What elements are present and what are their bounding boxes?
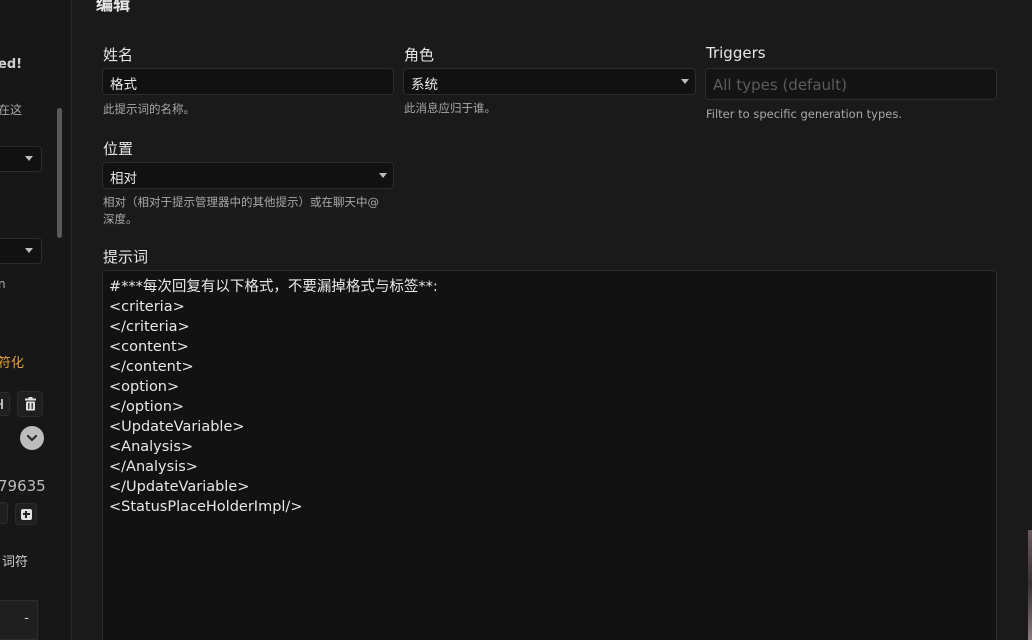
prompt-line: </Analysis> [109, 459, 198, 475]
prompt-textarea[interactable]: #***每次回复有以下格式，不要漏掉格式与标签**: <criteria> </… [102, 270, 997, 640]
left-text-fuhua[interactable]: 符化 [0, 352, 24, 371]
plus-icon [20, 508, 32, 520]
left-panel: ed! 在这 n 符化 79635 词符 - [0, 0, 72, 640]
role-select-value: 系统 [411, 77, 438, 93]
prompt-line: #***每次回复有以下格式，不要漏掉格式与标签**: [109, 279, 438, 295]
editor-title: 编辑 [96, 0, 130, 15]
triggers-label: Triggers [706, 44, 766, 62]
triggers-input[interactable]: All types (default) [705, 68, 997, 100]
chevron-down-icon [25, 156, 33, 161]
left-select-1[interactable] [0, 146, 42, 172]
left-text-cifu: 词符 [2, 555, 29, 570]
position-hint: 相对（相对于提示管理器中的其他提示）或在聊天中@ 深度。 [103, 194, 403, 228]
prompt-line: <criteria> [109, 299, 185, 315]
prompt-line: </content> [109, 359, 194, 375]
role-hint: 此消息应归于谁。 [404, 101, 496, 115]
prompt-line: <option> [109, 379, 180, 395]
trash-icon [24, 397, 36, 411]
position-hint-line1: 相对（相对于提示管理器中的其他提示）或在聊天中@ [103, 195, 379, 209]
delete-button[interactable] [17, 391, 43, 417]
prompt-line: </option> [109, 399, 185, 415]
prompt-line: <StatusPlaceHolderImpl/> [109, 499, 303, 515]
name-input[interactable]: 格式 [102, 68, 394, 95]
name-hint: 此提示词的名称。 [103, 102, 195, 116]
left-scrollbar[interactable] [57, 108, 62, 238]
triggers-hint: Filter to specific generation types. [706, 107, 902, 121]
add-button[interactable] [15, 503, 37, 525]
role-label: 角色 [404, 46, 435, 64]
prompt-label: 提示词 [103, 248, 149, 266]
position-label: 位置 [103, 140, 134, 158]
left-box-dash: - [24, 611, 29, 626]
expand-button[interactable] [20, 426, 44, 450]
chevron-down-icon [25, 248, 33, 253]
prompt-line: <UpdateVariable> [109, 419, 245, 435]
prompt-line: <Analysis> [109, 439, 194, 455]
import-icon[interactable] [0, 392, 10, 416]
prompt-editor: 编辑 姓名 格式 此提示词的名称。 角色 系统 此消息应归于谁。 Trigger… [72, 0, 1032, 640]
left-box[interactable]: - [0, 600, 38, 640]
left-select-2[interactable] [0, 238, 42, 264]
name-label: 姓名 [103, 46, 134, 64]
role-select[interactable]: 系统 [403, 68, 696, 95]
prompt-line: </UpdateVariable> [109, 479, 250, 495]
position-select[interactable]: 相对 [102, 162, 394, 189]
left-text-zaizhe: 在这 [0, 103, 23, 117]
position-hint-line2: 深度。 [103, 212, 138, 226]
chevron-down-icon [26, 434, 38, 442]
chevron-down-icon [681, 79, 689, 84]
chevron-down-icon [379, 173, 387, 178]
background-edge [1028, 530, 1032, 640]
position-select-value: 相对 [110, 171, 137, 187]
prompt-line: <content> [109, 339, 189, 355]
prompt-line: </criteria> [109, 319, 190, 335]
left-text-n: n [0, 277, 6, 291]
left-text-ed: ed! [0, 57, 23, 72]
left-number: 79635 [0, 477, 46, 495]
left-small-button[interactable] [0, 502, 8, 524]
